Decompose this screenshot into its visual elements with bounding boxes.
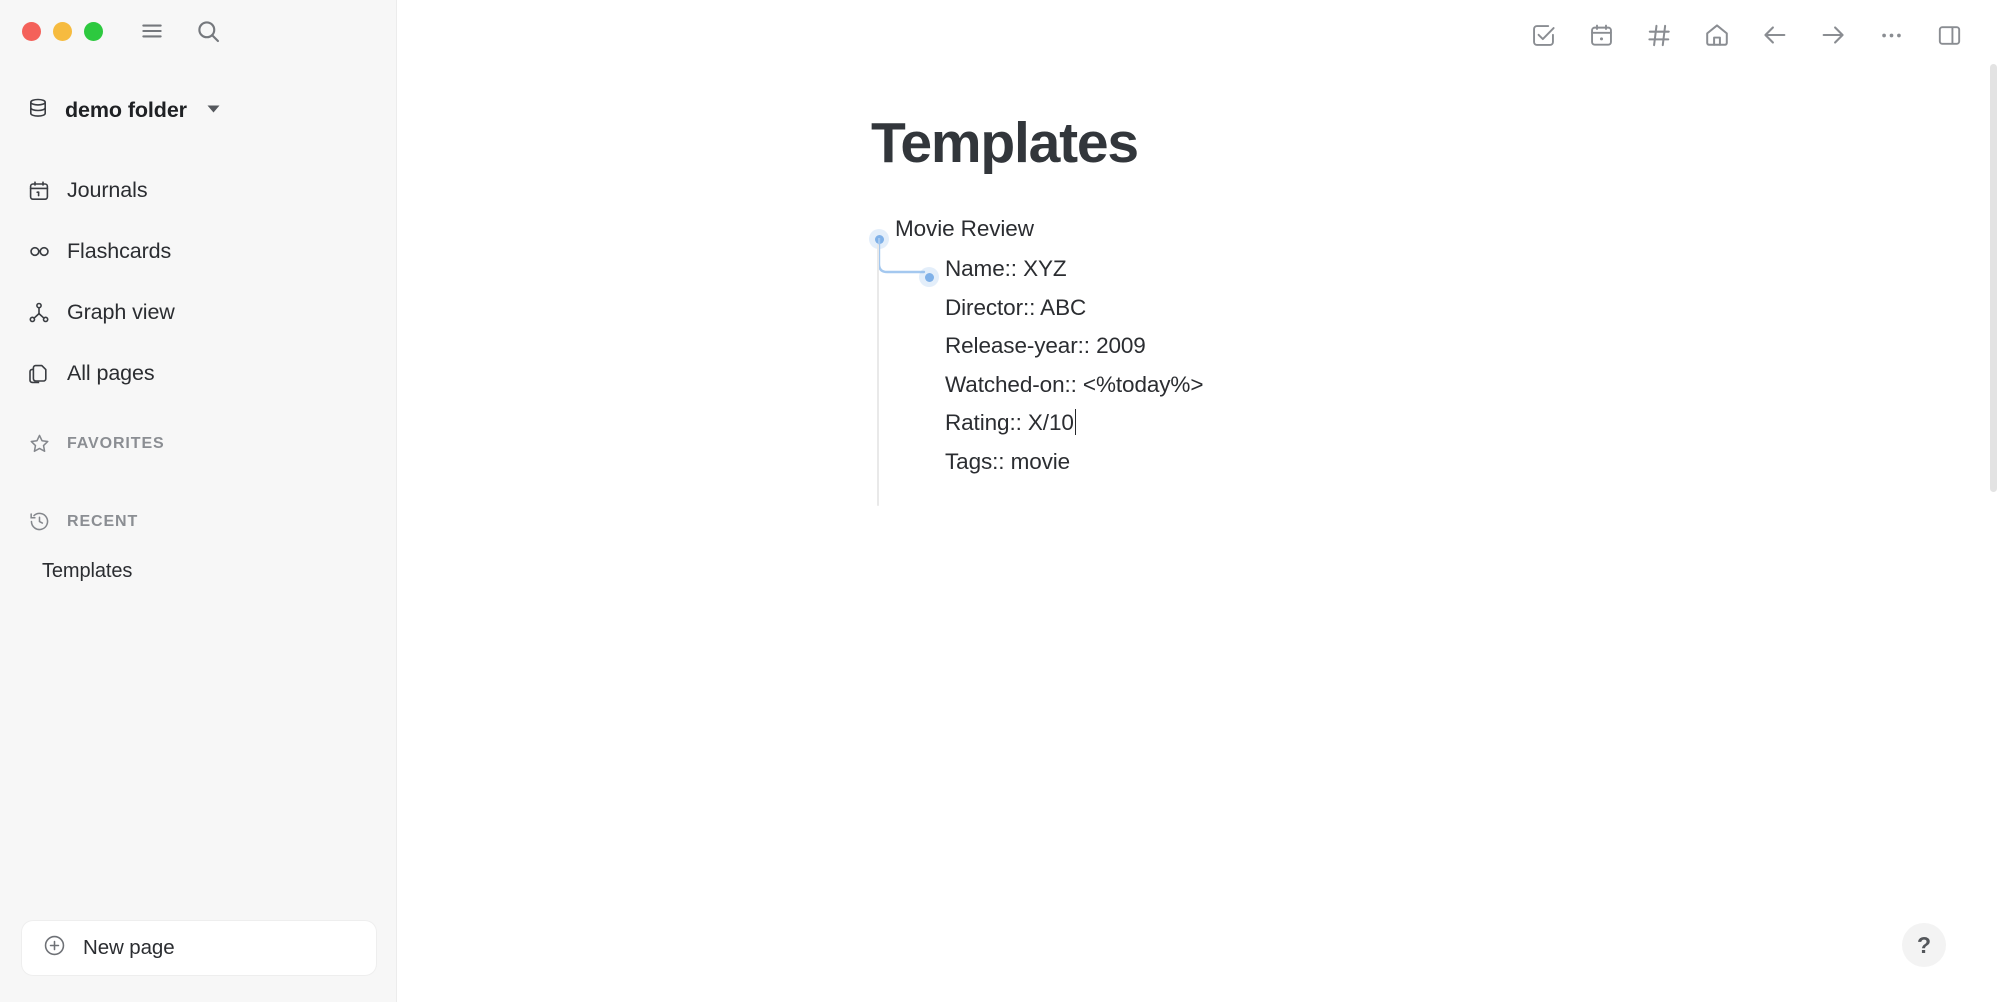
star-icon: [26, 432, 52, 455]
close-button[interactable]: [22, 21, 41, 41]
window-title-bar: [0, 0, 397, 62]
maximize-button[interactable]: [84, 21, 103, 41]
ellipsis-icon[interactable]: [1862, 6, 1920, 64]
section-label: RECENT: [67, 512, 139, 530]
main-scrollbar-thumb[interactable]: [1990, 64, 1997, 492]
search-icon[interactable]: [193, 16, 223, 46]
left-sidebar: demo folder Journals Flashcards Graph vi…: [0, 0, 397, 1002]
calendar-icon[interactable]: [1572, 6, 1630, 64]
hamburger-menu-icon[interactable]: [137, 16, 167, 46]
new-page-button[interactable]: New page: [22, 921, 376, 975]
block-line: Watched-on:: <%today%>: [945, 371, 1204, 397]
graph-node-icon: [26, 301, 52, 325]
graph-name: demo folder: [65, 98, 187, 122]
block-line: Name:: XYZ: [945, 256, 1067, 281]
page-title[interactable]: Templates: [871, 112, 1139, 175]
sidebar-nav: Journals Flashcards Graph view All pages: [26, 160, 366, 404]
section-label: FAVORITES: [67, 434, 165, 452]
main-content: Templates Movie Review Name:: XYZ Direct…: [397, 0, 2000, 1002]
arrow-left-icon[interactable]: [1746, 6, 1804, 64]
sidebar-item-journals[interactable]: Journals: [26, 160, 366, 221]
block-child-text[interactable]: Name:: XYZ Director:: ABC Release-year::…: [945, 250, 1203, 482]
hash-icon[interactable]: [1630, 6, 1688, 64]
graph-selector[interactable]: demo folder: [26, 96, 221, 125]
history-icon: [26, 510, 52, 533]
app-window: demo folder Journals Flashcards Graph vi…: [0, 0, 2000, 1002]
block-line-with-caret: Rating:: X/10: [945, 404, 1203, 443]
sidebar-item-graph-view[interactable]: Graph view: [26, 282, 366, 343]
block-line: Tags:: movie: [945, 448, 1071, 474]
calendar-icon: [26, 179, 52, 203]
sidebar-item-label: All pages: [67, 361, 155, 385]
checkbox-square-icon[interactable]: [1514, 6, 1572, 64]
sidebar-section-recent[interactable]: RECENT: [26, 510, 138, 533]
block-guideline[interactable]: [877, 244, 879, 506]
sidebar-item-label: Flashcards: [67, 239, 172, 263]
block-parent-text[interactable]: Movie Review: [895, 216, 1034, 242]
block-line-text: Rating:: X/10: [945, 410, 1074, 436]
home-icon[interactable]: [1688, 6, 1746, 64]
block-line: Director:: ABC: [945, 294, 1087, 320]
sidebar-item-all-pages[interactable]: All pages: [26, 343, 366, 404]
right-sidebar-icon[interactable]: [1920, 6, 1978, 64]
chevron-down-icon[interactable]: [206, 101, 221, 121]
sidebar-item-label: Graph view: [67, 300, 175, 324]
database-icon: [26, 96, 50, 125]
sidebar-item-label: Journals: [67, 178, 148, 202]
pages-copy-icon: [26, 362, 52, 386]
recent-item-templates[interactable]: Templates: [42, 560, 132, 583]
new-page-label: New page: [83, 936, 175, 959]
infinity-icon: [26, 239, 52, 264]
sidebar-item-flashcards[interactable]: Flashcards: [26, 221, 366, 282]
minimize-button[interactable]: [53, 21, 72, 41]
help-button[interactable]: ?: [1902, 923, 1946, 967]
arrow-right-icon[interactable]: [1804, 6, 1862, 64]
sidebar-section-favorites[interactable]: FAVORITES: [26, 432, 165, 455]
top-toolbar: [1514, 0, 2000, 70]
block-bullet[interactable]: [916, 264, 942, 290]
traffic-lights: [22, 21, 103, 41]
window-tools: [137, 16, 223, 46]
text-caret: [1074, 409, 1077, 436]
main-scrollbar-track[interactable]: [1988, 0, 2000, 1002]
block-line: Release-year:: 2009: [945, 333, 1146, 359]
question-mark-icon: ?: [1916, 931, 1932, 958]
block-bullet[interactable]: [866, 226, 892, 252]
plus-circle-icon: [42, 933, 67, 963]
